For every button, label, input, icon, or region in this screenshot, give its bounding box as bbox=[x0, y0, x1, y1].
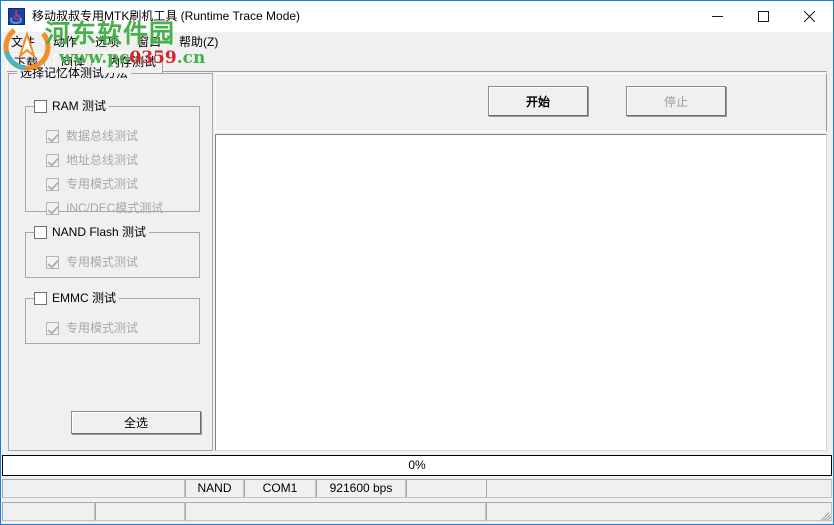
emmc-test-check-row[interactable]: EMMC 测试 bbox=[34, 290, 119, 306]
emmc-dedicated-pattern-test-row: 专用模式测试 bbox=[46, 321, 138, 335]
nand-dedicated-pattern-test-row: 专用模式测试 bbox=[46, 255, 138, 269]
start-button[interactable]: 开始 bbox=[488, 86, 588, 116]
ram-dedicated-pattern-test-label: 专用模式测试 bbox=[66, 177, 139, 191]
nand-flash-test-check-row[interactable]: NAND Flash 测试 bbox=[34, 224, 150, 240]
ram-test-check-row[interactable]: RAM 测试 bbox=[34, 98, 110, 114]
emmc-test-group: EMMC 测试 专用模式测试 bbox=[25, 290, 200, 344]
stop-button: 停止 bbox=[626, 86, 726, 116]
emmc-dedicated-pattern-test-checkbox bbox=[46, 321, 59, 335]
resize-grip[interactable] bbox=[820, 509, 832, 521]
nand-dedicated-pattern-test-checkbox bbox=[46, 255, 59, 269]
select-all-button[interactable]: 全选 bbox=[71, 411, 201, 434]
status-cell-b-empty-1 bbox=[2, 502, 95, 521]
ram-address-bus-test-row: 地址总线测试 bbox=[46, 153, 138, 167]
tab-memory-test[interactable]: 内存测试 bbox=[101, 52, 164, 73]
ram-test-group: RAM 测试 数据总线测试 地址总线测试 专用模式测试 INC/DEC模式测试 bbox=[25, 98, 200, 215]
status-cell-baud-rate: 921600 bps bbox=[316, 479, 406, 498]
emmc-test-checkbox[interactable] bbox=[34, 291, 47, 305]
menu-item-window[interactable]: 窗口 bbox=[133, 34, 165, 50]
application-window: ♿ 移动叔叔专用MTK刷机工具 (Runtime Trace Mode) 文件 … bbox=[0, 0, 834, 525]
status-bar-bottom bbox=[2, 500, 833, 523]
status-cell-b-empty-2 bbox=[95, 502, 185, 521]
status-cell-b-empty-4 bbox=[486, 502, 832, 521]
nand-flash-test-checkbox[interactable] bbox=[34, 225, 47, 239]
ram-dedicated-pattern-test-row: 专用模式测试 bbox=[46, 177, 138, 191]
menu-item-file[interactable]: 文件 bbox=[7, 34, 39, 50]
emmc-dedicated-pattern-test-label: 专用模式测试 bbox=[66, 321, 139, 335]
maximize-button[interactable] bbox=[740, 1, 786, 31]
ram-incdec-pattern-test-checkbox bbox=[46, 201, 59, 215]
app-icon: ♿ bbox=[8, 8, 25, 25]
close-button[interactable] bbox=[786, 1, 832, 31]
emmc-test-label: EMMC 测试 bbox=[52, 291, 116, 305]
minimize-icon bbox=[711, 15, 723, 17]
menu-item-help[interactable]: 帮助(Z) bbox=[175, 34, 222, 50]
minimize-button[interactable] bbox=[694, 1, 740, 31]
status-cell-empty-1 bbox=[2, 479, 185, 498]
status-bar-top: NAND COM1 921600 bps bbox=[2, 477, 833, 500]
nand-flash-test-group: NAND Flash 测试 专用模式测试 bbox=[25, 224, 200, 278]
action-toolbar: 开始 停止 bbox=[215, 73, 827, 132]
nand-flash-test-label: NAND Flash 测试 bbox=[52, 225, 147, 239]
close-icon bbox=[803, 10, 815, 22]
ram-address-bus-test-label: 地址总线测试 bbox=[66, 153, 139, 167]
ram-incdec-pattern-test-row: INC/DEC模式测试 bbox=[46, 201, 163, 215]
window-title: 移动叔叔专用MTK刷机工具 (Runtime Trace Mode) bbox=[32, 9, 301, 23]
ram-address-bus-test-checkbox bbox=[46, 153, 59, 167]
right-panel: 开始 停止 bbox=[215, 73, 827, 451]
progress-bar-label: 0% bbox=[408, 458, 426, 472]
tab-strip: 下载 回读 内存测试 bbox=[7, 52, 827, 73]
ram-data-bus-test-checkbox bbox=[46, 129, 59, 143]
ram-data-bus-test-label: 数据总线测试 bbox=[66, 129, 139, 143]
ram-test-label: RAM 测试 bbox=[52, 99, 107, 113]
nand-dedicated-pattern-test-label: 专用模式测试 bbox=[66, 255, 139, 269]
ram-dedicated-pattern-test-checkbox bbox=[46, 177, 59, 191]
status-cell-storage-type: NAND bbox=[185, 479, 244, 498]
title-bar: ♿ 移动叔叔专用MTK刷机工具 (Runtime Trace Mode) bbox=[1, 1, 833, 32]
menu-item-action[interactable]: 动作 bbox=[49, 34, 81, 50]
memory-test-options-panel: 选择记忆体测试方法 RAM 测试 数据总线测试 地址总线测试 专用模式测试 IN… bbox=[8, 66, 213, 451]
app-icon-arc bbox=[10, 16, 22, 24]
ram-test-checkbox[interactable] bbox=[34, 99, 47, 113]
log-output-area[interactable] bbox=[215, 134, 827, 451]
status-cell-b-empty-3 bbox=[185, 502, 486, 521]
status-cell-com-port: COM1 bbox=[244, 479, 316, 498]
test-method-groupbox: 选择记忆体测试方法 RAM 测试 数据总线测试 地址总线测试 专用模式测试 IN… bbox=[8, 66, 213, 451]
menu-bar: 文件 动作 选项 窗口 帮助(Z) bbox=[1, 32, 833, 52]
progress-bar: 0% bbox=[2, 455, 832, 476]
menu-item-options[interactable]: 选项 bbox=[91, 34, 123, 50]
ram-incdec-pattern-test-label: INC/DEC模式测试 bbox=[66, 201, 164, 215]
ram-data-bus-test-row: 数据总线测试 bbox=[46, 129, 138, 143]
status-cell-empty-3 bbox=[486, 479, 832, 498]
maximize-icon bbox=[757, 10, 769, 22]
